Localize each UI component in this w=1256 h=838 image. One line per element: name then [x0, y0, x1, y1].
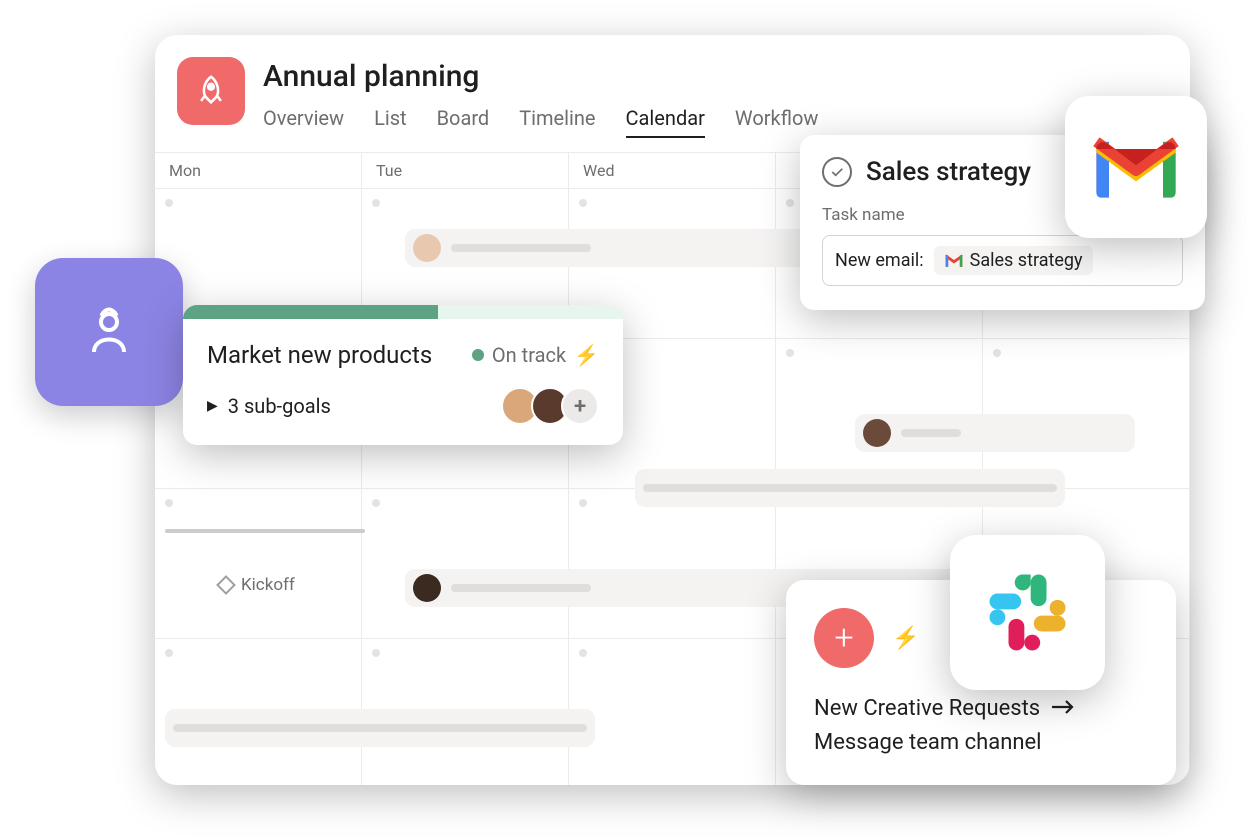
milestone-label: Kickoff [241, 575, 295, 595]
tab-overview[interactable]: Overview [263, 106, 344, 138]
event-placeholder [901, 429, 961, 437]
project-title: Annual planning [263, 59, 818, 94]
day-wed: Wed [569, 153, 776, 188]
task-title: Sales strategy [866, 157, 1031, 187]
date-dot [579, 199, 587, 207]
event-placeholder [643, 484, 1057, 492]
calendar-cell[interactable] [362, 489, 569, 639]
lightning-icon: ⚡ [892, 626, 919, 651]
calendar-cell[interactable] [569, 489, 776, 639]
subgoals-label: 3 sub-goals [228, 394, 331, 418]
calendar-cell[interactable] [569, 639, 776, 785]
email-pill[interactable]: Sales strategy [934, 246, 1093, 275]
milestone[interactable]: Kickoff [219, 575, 295, 595]
event-placeholder [451, 244, 591, 252]
event-placeholder [451, 584, 591, 592]
project-tabs: Overview List Board Timeline Calendar Wo… [263, 106, 818, 138]
goal-status-label: On track [492, 343, 566, 367]
project-header: Annual planning Overview List Board Time… [155, 35, 1190, 138]
task-name-input[interactable]: New email: Sales strategy [822, 235, 1183, 286]
date-dot [579, 649, 587, 657]
gmail-integration-badge[interactable] [1065, 96, 1207, 238]
status-dot-icon [472, 349, 484, 361]
rocket-icon [194, 74, 228, 108]
diamond-icon [216, 575, 236, 595]
email-pill-label: Sales strategy [970, 250, 1083, 271]
goal-avatars: + [509, 387, 599, 425]
chevron-right-icon: ▶ [207, 398, 218, 414]
calendar-cell[interactable] [155, 489, 362, 639]
automation-line2: Message team channel [814, 726, 1148, 759]
date-dot [579, 499, 587, 507]
day-mon: Mon [155, 153, 362, 188]
goal-status: On track ⚡ [472, 343, 599, 367]
goal-progress-bar [183, 305, 623, 319]
date-dot [372, 649, 380, 657]
add-member-button[interactable]: + [561, 387, 599, 425]
date-dot [165, 499, 173, 507]
avatar [413, 574, 441, 602]
goal-card[interactable]: Market new products On track ⚡ ▶ 3 sub-g… [183, 305, 623, 445]
tab-calendar[interactable]: Calendar [626, 106, 705, 138]
tab-timeline[interactable]: Timeline [519, 106, 595, 138]
goals-app-badge[interactable] [35, 258, 183, 406]
avatar [863, 419, 891, 447]
date-dot [372, 499, 380, 507]
goal-progress-fill [183, 305, 438, 319]
calendar-event[interactable] [635, 469, 1065, 507]
calendar-event[interactable] [855, 414, 1135, 452]
goal-title: Market new products [207, 341, 432, 369]
date-dot [372, 199, 380, 207]
date-dot [786, 199, 794, 207]
lightning-icon: ⚡ [574, 343, 599, 367]
automation-line1: New Creative Requests [814, 692, 1040, 725]
slack-integration-badge[interactable] [950, 535, 1105, 690]
tab-list[interactable]: List [374, 106, 407, 138]
tab-workflow[interactable]: Workflow [735, 106, 819, 138]
subgoals-toggle[interactable]: ▶ 3 sub-goals [207, 394, 331, 418]
gmail-mini-icon [944, 253, 964, 269]
tab-board[interactable]: Board [437, 106, 490, 138]
complete-task-button[interactable] [822, 157, 852, 187]
goal-person-icon [79, 302, 139, 362]
check-icon [829, 164, 845, 180]
event-placeholder [173, 724, 587, 732]
gmail-icon [1088, 131, 1184, 203]
input-prefix: New email: [835, 250, 924, 271]
date-dot [165, 649, 173, 657]
avatar [413, 234, 441, 262]
date-dot [165, 199, 173, 207]
date-dot [786, 349, 794, 357]
milestone-divider [165, 529, 365, 533]
calendar-event[interactable] [165, 709, 595, 747]
date-dot [993, 349, 1001, 357]
project-icon [177, 57, 245, 125]
day-tue: Tue [362, 153, 569, 188]
slack-icon [980, 565, 1075, 660]
add-trigger-icon: + [814, 608, 874, 668]
arrow-right-icon [1050, 690, 1076, 726]
